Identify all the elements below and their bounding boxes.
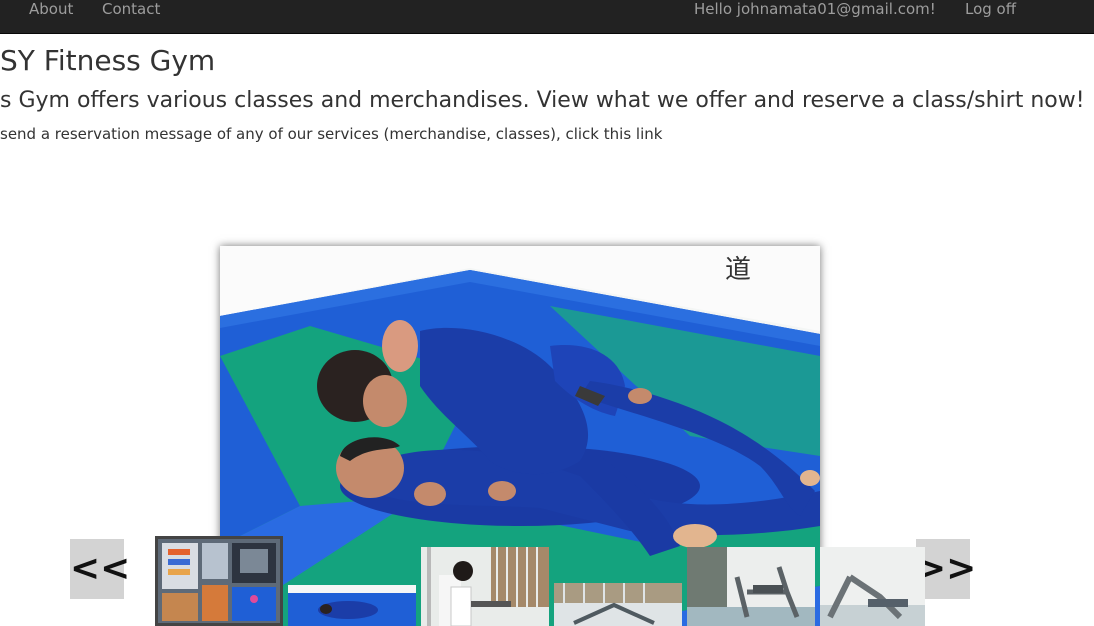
page-title: SY Fitness Gym	[0, 44, 216, 77]
nav-user-greeting-link[interactable]: Hello johnamata01@gmail.com!	[694, 0, 936, 18]
nav-logoff-link[interactable]: Log off	[965, 0, 1016, 18]
nav-about-link[interactable]: About	[29, 0, 73, 18]
page-lead-text: s Gym offers various classes and merchan…	[0, 88, 1085, 113]
carousel-thumbnail[interactable]	[554, 583, 682, 626]
carousel-thumbnail[interactable]	[421, 547, 549, 626]
carousel-prev-button[interactable]: <<	[70, 539, 130, 599]
nav-contact-link[interactable]: Contact	[102, 0, 160, 18]
carousel-thumbnail[interactable]	[288, 585, 416, 626]
carousel-thumbnail[interactable]	[155, 536, 283, 626]
carousel-thumbnail[interactable]	[820, 547, 925, 626]
top-navbar: About Contact Hello johnamata01@gmail.co…	[0, 0, 1094, 34]
svg-text:道: 道	[725, 255, 751, 285]
reservation-link-text[interactable]: send a reservation message of any of our…	[0, 124, 662, 144]
carousel-thumbnail[interactable]	[687, 547, 815, 626]
